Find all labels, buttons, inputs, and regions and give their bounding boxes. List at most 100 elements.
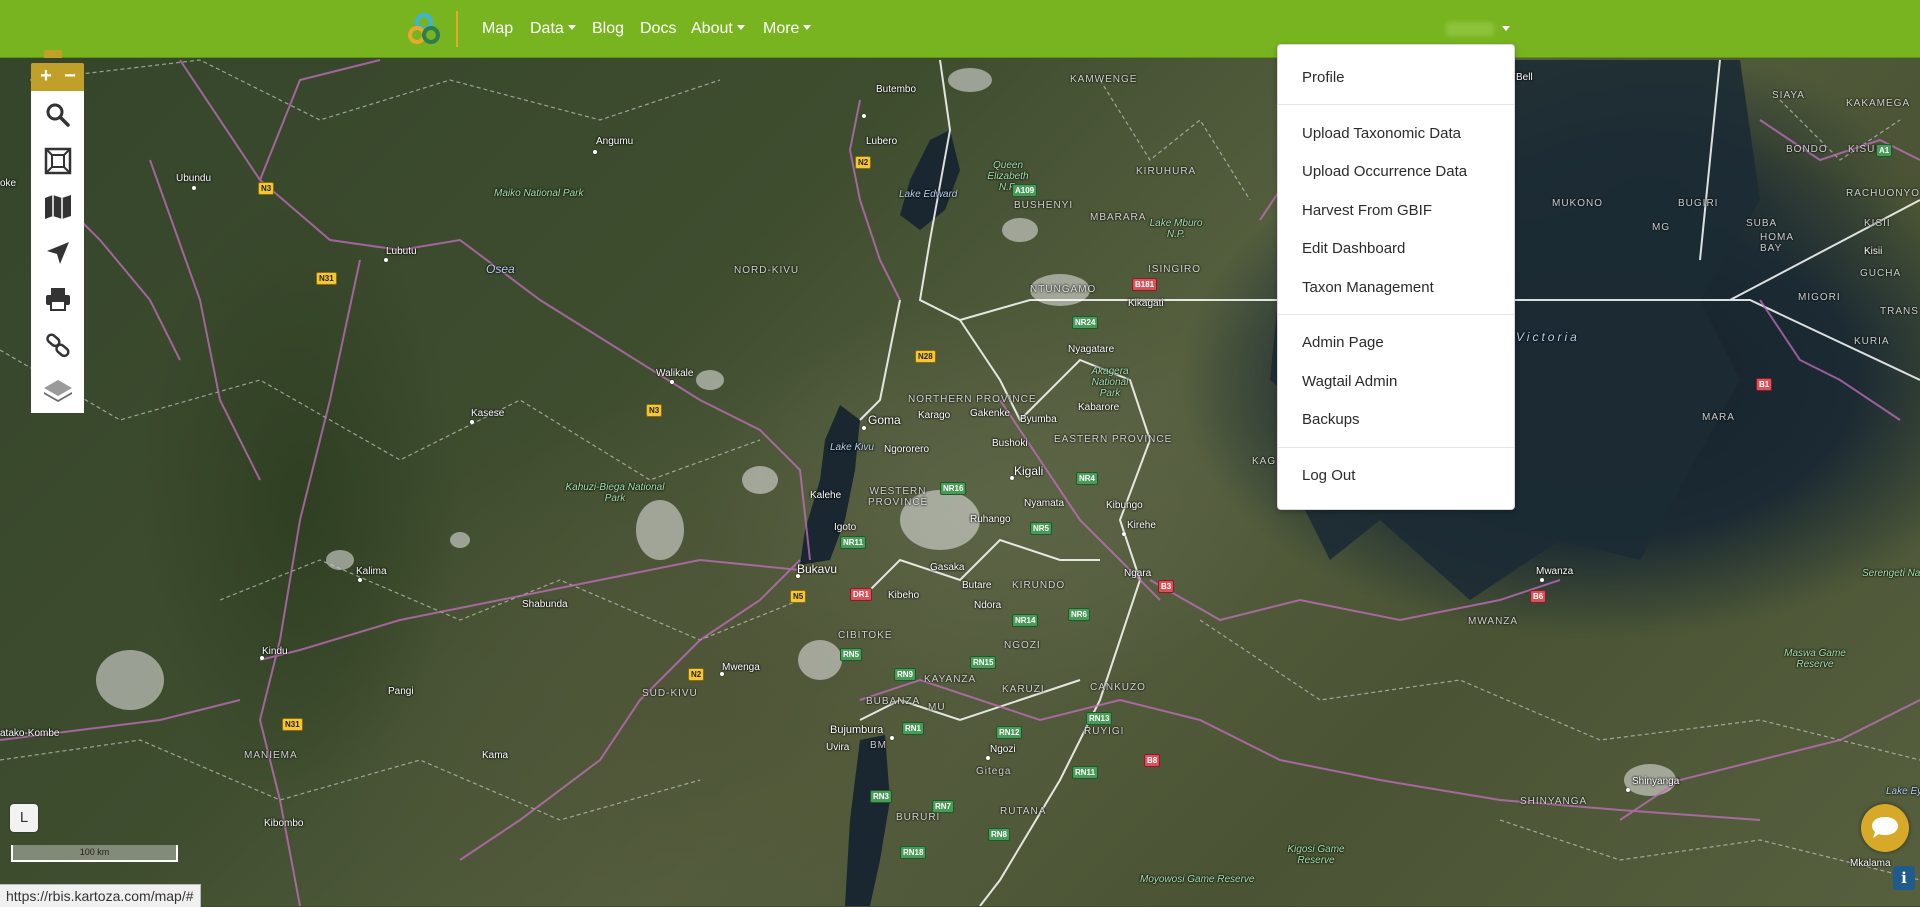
zoom-in-button[interactable]: + [35,66,57,88]
map-icon[interactable] [43,192,73,222]
menu-item-upload-occurrence-data[interactable]: Upload Occurrence Data [1302,163,1467,180]
road-shield: N5 [790,590,807,603]
user-menu-toggle[interactable] [1446,18,1510,38]
info-button[interactable]: i [1893,866,1915,890]
kartoza-logo-icon[interactable] [406,11,442,47]
menu-item-wagtail-admin[interactable]: Wagtail Admin [1302,373,1397,390]
place-label: Kabarore [1078,402,1120,413]
menu-item-taxon-management[interactable]: Taxon Management [1302,279,1434,296]
road-shield: RN3 [870,790,893,803]
place-label: MG [1652,222,1671,233]
menu-item-log-out[interactable]: Log Out [1302,467,1355,484]
zoom-out-button[interactable]: − [59,66,81,88]
road-shield: RN7 [932,800,955,813]
place-label: Mwenga [722,662,760,673]
city-marker [470,420,474,424]
nav-map-label: Map [482,20,514,37]
place-label: Nyagatare [1068,344,1115,355]
place-label: Kasese [471,408,505,419]
place-label: Lake Edward [899,189,958,200]
place-label: KAYANZA [924,674,977,685]
menu-item-admin-page[interactable]: Admin Page [1302,334,1384,351]
place-label: Kalima [356,566,387,577]
place-label: Lake Mburo N.P. [1149,218,1203,240]
place-label: Kikagati [1128,298,1164,309]
place-label: ISINGIRO [1148,264,1202,275]
city-marker [192,186,196,190]
place-label: Victoria [1516,330,1580,344]
place-label: MARA [1702,412,1735,423]
place-label: CANKUZO [1090,682,1146,693]
place-label: Gitega [976,766,1012,777]
road-shield: DR1 [850,588,873,601]
nav-about-dropdown[interactable]: About [691,0,745,58]
place-label: KURIA [1854,336,1890,347]
road-shield: B8 [1144,754,1161,767]
place-label: NGOZI [1004,640,1041,651]
print-icon[interactable] [43,284,73,314]
place-label: Bell [1516,72,1533,83]
menu-item-profile[interactable]: Profile [1302,69,1345,86]
menu-divider [1278,314,1514,315]
search-icon[interactable] [43,100,73,130]
road-shield: NR16 [940,482,967,495]
road-shield: N2 [855,156,872,169]
locate-icon[interactable] [43,238,73,268]
city-marker [720,672,724,676]
nav-blog-link[interactable]: Blog [592,0,624,58]
place-label: oke [0,178,17,189]
place-label: SUBA [1746,218,1778,229]
place-label: Lubutu [386,246,417,257]
nav-more-dropdown[interactable]: More [763,0,812,58]
road-shield: RN15 [970,656,997,669]
chat-bubble-icon[interactable] [1861,804,1909,852]
road-shield: A1 [1876,144,1893,157]
city-marker [1540,578,1544,582]
road-shield: NR11 [840,536,867,549]
layers-icon[interactable] [43,376,73,406]
map-canvas[interactable]: Butembo Lubero Angumu Ubundu Maiko Natio… [0,0,1920,906]
caret-down-icon [803,25,812,30]
zoom-extent-icon[interactable] [43,146,73,176]
road-shield: B181 [1132,278,1158,291]
place-label: Ruhango [970,514,1011,525]
place-label: Ubundu [176,173,212,184]
top-navbar: Map Data Blog Docs About More [0,0,1920,58]
link-icon[interactable] [43,330,73,360]
place-label: Kirehe [1127,520,1156,531]
place-label: Kibungo [1106,500,1143,511]
road-shield: A109 [1012,184,1038,197]
menu-item-edit-dashboard[interactable]: Edit Dashboard [1302,240,1405,257]
place-label: NORD-KIVU [734,265,800,276]
menu-item-backups[interactable]: Backups [1302,411,1360,428]
place-label: SIAYA [1772,90,1805,101]
legend-button[interactable]: L [10,804,38,832]
menu-item-harvest-from-gbif[interactable]: Harvest From GBIF [1302,202,1432,219]
place-label: Goma [868,413,901,427]
menu-divider [1278,447,1514,448]
place-label: KIRUHURA [1136,166,1197,177]
place-label: Kindu [262,646,288,657]
place-label: atako-Kombe [0,728,60,739]
caret-down-icon [567,25,576,30]
road-shield: NR5 [1030,522,1053,535]
place-label: KAKAMEGA [1846,98,1911,109]
road-shield: N2 [688,668,705,681]
place-label: MU [928,702,946,713]
nav-data-label: Data [530,20,564,37]
place-label: EASTERN PROVINCE [1054,434,1173,445]
place-label: Pangi [388,686,414,697]
place-label: BUBANZA [866,696,921,707]
place-label: Bukavu [797,562,838,576]
nav-map-link[interactable]: Map [482,0,513,58]
nav-docs-link[interactable]: Docs [640,0,676,58]
nav-docs-label: Docs [640,20,677,37]
road-shield: RN9 [894,668,917,681]
place-label: Maswa Game Reserve [1784,648,1846,670]
menu-item-upload-taxonomic-data[interactable]: Upload Taxonomic Data [1302,125,1461,142]
place-label: Kama [482,750,509,761]
place-label: MBARARA [1090,212,1147,223]
place-label: Kibombo [264,818,304,829]
nav-data-dropdown[interactable]: Data [530,0,576,58]
user-dropdown-menu: Profile Upload Taxonomic Data Upload Occ… [1277,44,1515,510]
